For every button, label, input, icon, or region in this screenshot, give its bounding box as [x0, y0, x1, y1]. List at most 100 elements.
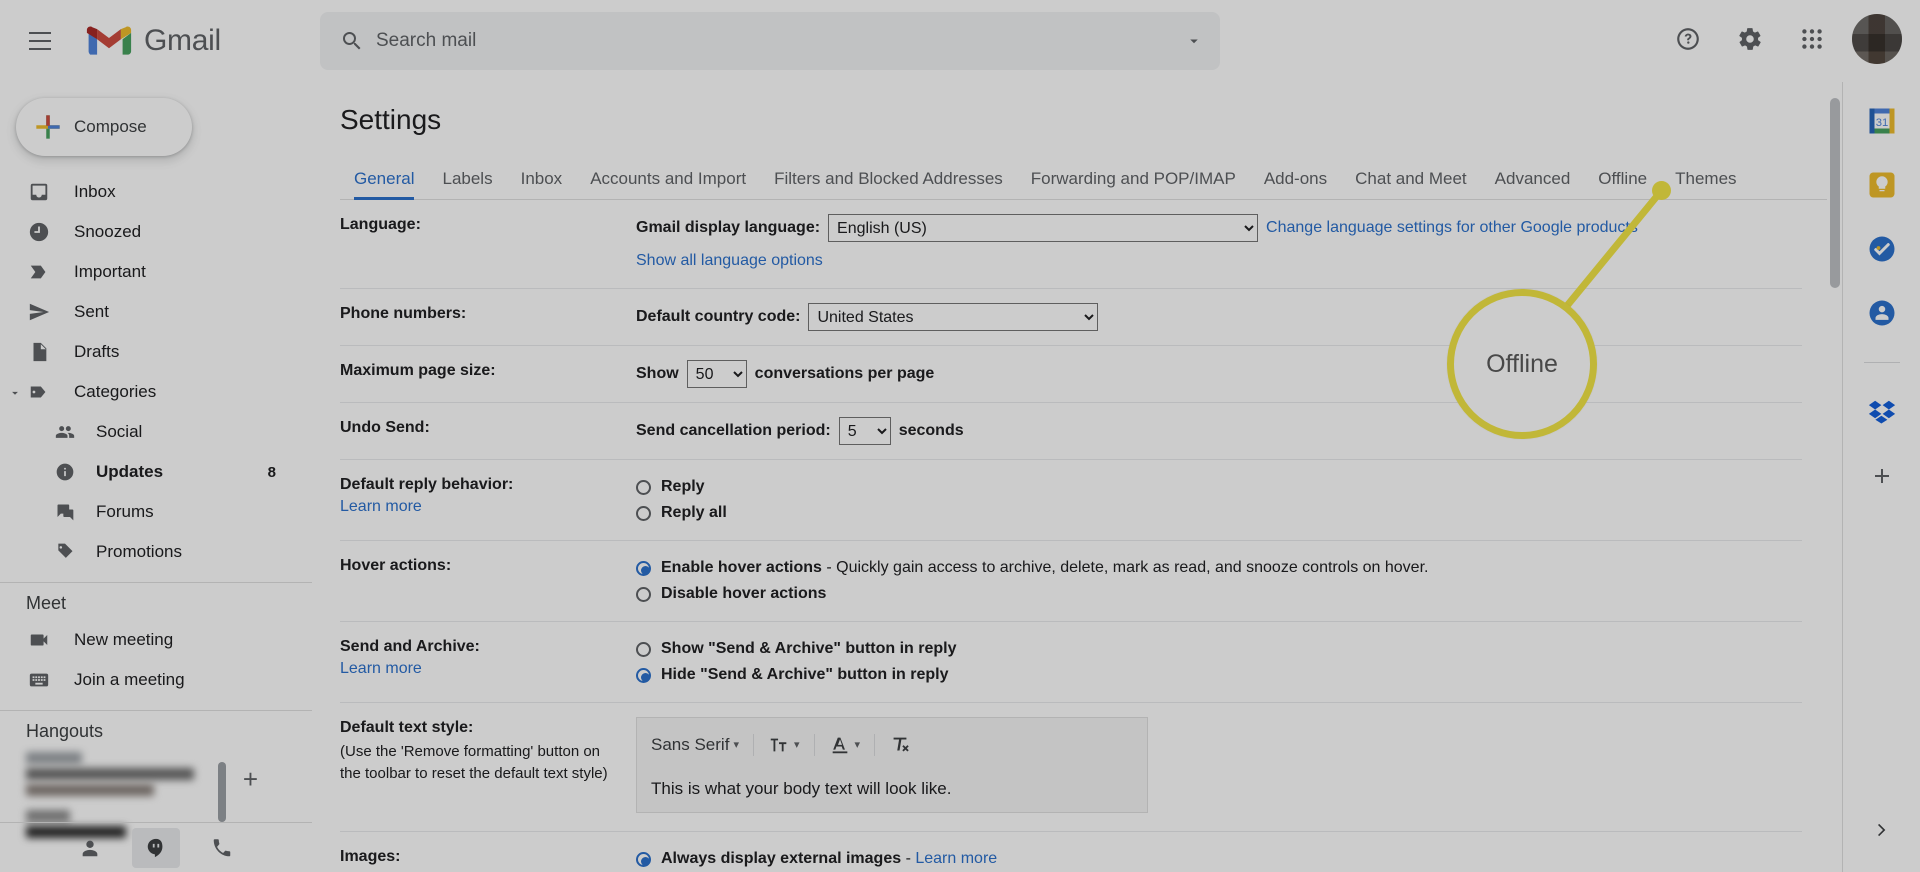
setting-row-phone-numbers: Phone numbers: Default country code: Uni…: [340, 289, 1802, 346]
sidebar-item-social[interactable]: Social: [0, 412, 312, 452]
dropbox-icon[interactable]: [1865, 395, 1899, 429]
hangouts-icon[interactable]: [132, 827, 180, 868]
sidebar-item-sent[interactable]: Sent: [0, 292, 312, 332]
hangouts-footer: [0, 822, 312, 872]
compose-label: Compose: [74, 117, 147, 136]
font-family-dropdown[interactable]: Sans Serif ▾: [651, 732, 739, 758]
tab-accounts-and-import[interactable]: Accounts and Import: [576, 169, 760, 199]
radio-icon[interactable]: [636, 852, 651, 867]
radio-icon[interactable]: [636, 587, 651, 602]
sidebar-item-important[interactable]: Important: [0, 252, 312, 292]
setting-row-hover-actions: Hover actions: Enable hover actions - Qu…: [340, 541, 1802, 622]
country-code-select[interactable]: United States: [808, 303, 1099, 331]
setting-label: Default reply behavior: Learn more: [340, 474, 636, 516]
learn-more-link[interactable]: Learn more: [340, 660, 636, 678]
tab-offline[interactable]: Offline: [1584, 169, 1661, 199]
tab-forwarding-and-pop-imap[interactable]: Forwarding and POP/IMAP: [1017, 169, 1250, 199]
option-text: Enable hover actions - Quickly gain acce…: [661, 555, 1428, 581]
text-size-dropdown[interactable]: ▾: [768, 732, 800, 758]
setting-row-default-text-style: Default text style: (Use the 'Remove for…: [340, 703, 1802, 832]
setting-row-language: Language: Gmail display language: Englis…: [340, 200, 1802, 289]
help-circle-icon[interactable]: [1660, 11, 1716, 67]
learn-more-link[interactable]: Learn more: [340, 498, 636, 516]
video-camera-icon: [26, 627, 52, 653]
gear-icon[interactable]: [1722, 11, 1778, 67]
show-all-language-options-link[interactable]: Show all language options: [636, 248, 1802, 274]
radio-icon[interactable]: [636, 480, 651, 495]
gmail-logo-icon: [86, 26, 132, 55]
option-description: - Quickly gain access to archive, delete…: [821, 559, 1429, 576]
radio-icon[interactable]: [636, 642, 651, 657]
radio-icon[interactable]: [636, 506, 651, 521]
google-tasks-icon[interactable]: [1865, 232, 1899, 266]
radio-option-reply-all[interactable]: Reply all: [636, 500, 1802, 526]
setting-label-text: Default text style:: [340, 719, 474, 736]
tab-add-ons[interactable]: Add-ons: [1250, 169, 1341, 199]
search-input[interactable]: [376, 30, 1168, 52]
google-contacts-icon[interactable]: [1865, 296, 1899, 330]
radio-option-reply[interactable]: Reply: [636, 474, 1802, 500]
setting-label: Undo Send:: [340, 419, 430, 436]
setting-content: Always display external images - Learn m…: [636, 846, 1802, 872]
setting-content: Enable hover actions - Quickly gain acce…: [636, 555, 1802, 607]
sidebar-item-promotions[interactable]: Promotions: [0, 532, 312, 572]
radio-option-disable-hover-actions[interactable]: Disable hover actions: [636, 581, 1802, 607]
sidebar-item-snoozed[interactable]: Snoozed: [0, 212, 312, 252]
text-color-icon: [832, 737, 847, 754]
tab-themes[interactable]: Themes: [1661, 169, 1750, 199]
display-language-select[interactable]: English (US): [828, 214, 1259, 242]
tab-general[interactable]: General: [340, 169, 428, 200]
tab-advanced[interactable]: Advanced: [1481, 169, 1585, 199]
chevron-down-icon: ▾: [733, 739, 739, 751]
google-keep-icon[interactable]: [1865, 168, 1899, 202]
apps-grid-icon[interactable]: [1784, 11, 1840, 67]
avatar[interactable]: [1852, 14, 1902, 64]
radio-icon[interactable]: [636, 668, 651, 683]
tab-filters-and-blocked-addresses[interactable]: Filters and Blocked Addresses: [760, 169, 1017, 199]
radio-option-always-display-images[interactable]: Always display external images - Learn m…: [636, 846, 1802, 872]
sidebar-item-label: Drafts: [74, 342, 120, 361]
tab-labels[interactable]: Labels: [428, 169, 506, 199]
setting-label: Phone numbers:: [340, 305, 467, 322]
sidebar-scrollbar[interactable]: [218, 762, 226, 822]
radio-option-show-send-archive[interactable]: Show "Send & Archive" button in reply: [636, 636, 1802, 662]
learn-more-link[interactable]: Learn more: [915, 850, 997, 867]
google-calendar-icon[interactable]: 31: [1865, 104, 1899, 138]
sidebar-item-drafts[interactable]: Drafts: [0, 332, 312, 372]
sidebar-item-join-meeting[interactable]: Join a meeting: [0, 660, 312, 700]
page-size-select[interactable]: 50: [686, 360, 747, 388]
sidebar-item-forums[interactable]: Forums: [0, 492, 312, 532]
hamburger-icon[interactable]: [16, 17, 64, 65]
phone-icon[interactable]: [198, 828, 246, 868]
chevron-down-icon[interactable]: [8, 385, 22, 399]
person-icon[interactable]: [66, 828, 114, 868]
sidebar-item-new-meeting[interactable]: New meeting: [0, 620, 312, 660]
radio-option-enable-hover-actions[interactable]: Enable hover actions - Quickly gain acce…: [636, 555, 1802, 581]
setting-label: Language:: [340, 216, 421, 233]
change-language-link[interactable]: Change language settings for other Googl…: [1266, 215, 1638, 241]
plus-icon[interactable]: +: [243, 764, 258, 795]
radio-icon[interactable]: [636, 561, 651, 576]
sidebar-item-inbox[interactable]: Inbox: [0, 172, 312, 212]
cancellation-period-select[interactable]: 5: [838, 417, 891, 445]
tab-chat-and-meet[interactable]: Chat and Meet: [1341, 169, 1481, 199]
chevron-right-icon[interactable]: [1872, 820, 1892, 846]
radio-option-hide-send-archive[interactable]: Hide "Send & Archive" button in reply: [636, 662, 1802, 688]
compose-button[interactable]: Compose: [16, 98, 192, 156]
gmail-brand[interactable]: Gmail: [86, 24, 221, 58]
remove-formatting-button[interactable]: [889, 734, 911, 756]
tab-inbox[interactable]: Inbox: [507, 169, 577, 199]
chevron-down-icon[interactable]: [1168, 17, 1220, 65]
divider: [752, 734, 754, 756]
text-color-dropdown[interactable]: ▾: [829, 732, 860, 758]
sidebar-item-categories[interactable]: Categories: [0, 372, 312, 412]
sidebar-item-label: New meeting: [74, 630, 174, 649]
sidebar-item-label: Social: [96, 422, 143, 441]
add-addon-icon[interactable]: [1865, 459, 1899, 493]
sidebar-item-updates[interactable]: Updates 8: [0, 452, 312, 492]
font-family-value: Sans Serif: [651, 735, 730, 754]
search-bar[interactable]: [320, 12, 1220, 70]
setting-label-text: Send and Archive:: [340, 638, 480, 655]
setting-hint-line2: the toolbar to reset the default text st…: [340, 765, 608, 782]
main-scrollbar-thumb[interactable]: [1830, 98, 1840, 288]
